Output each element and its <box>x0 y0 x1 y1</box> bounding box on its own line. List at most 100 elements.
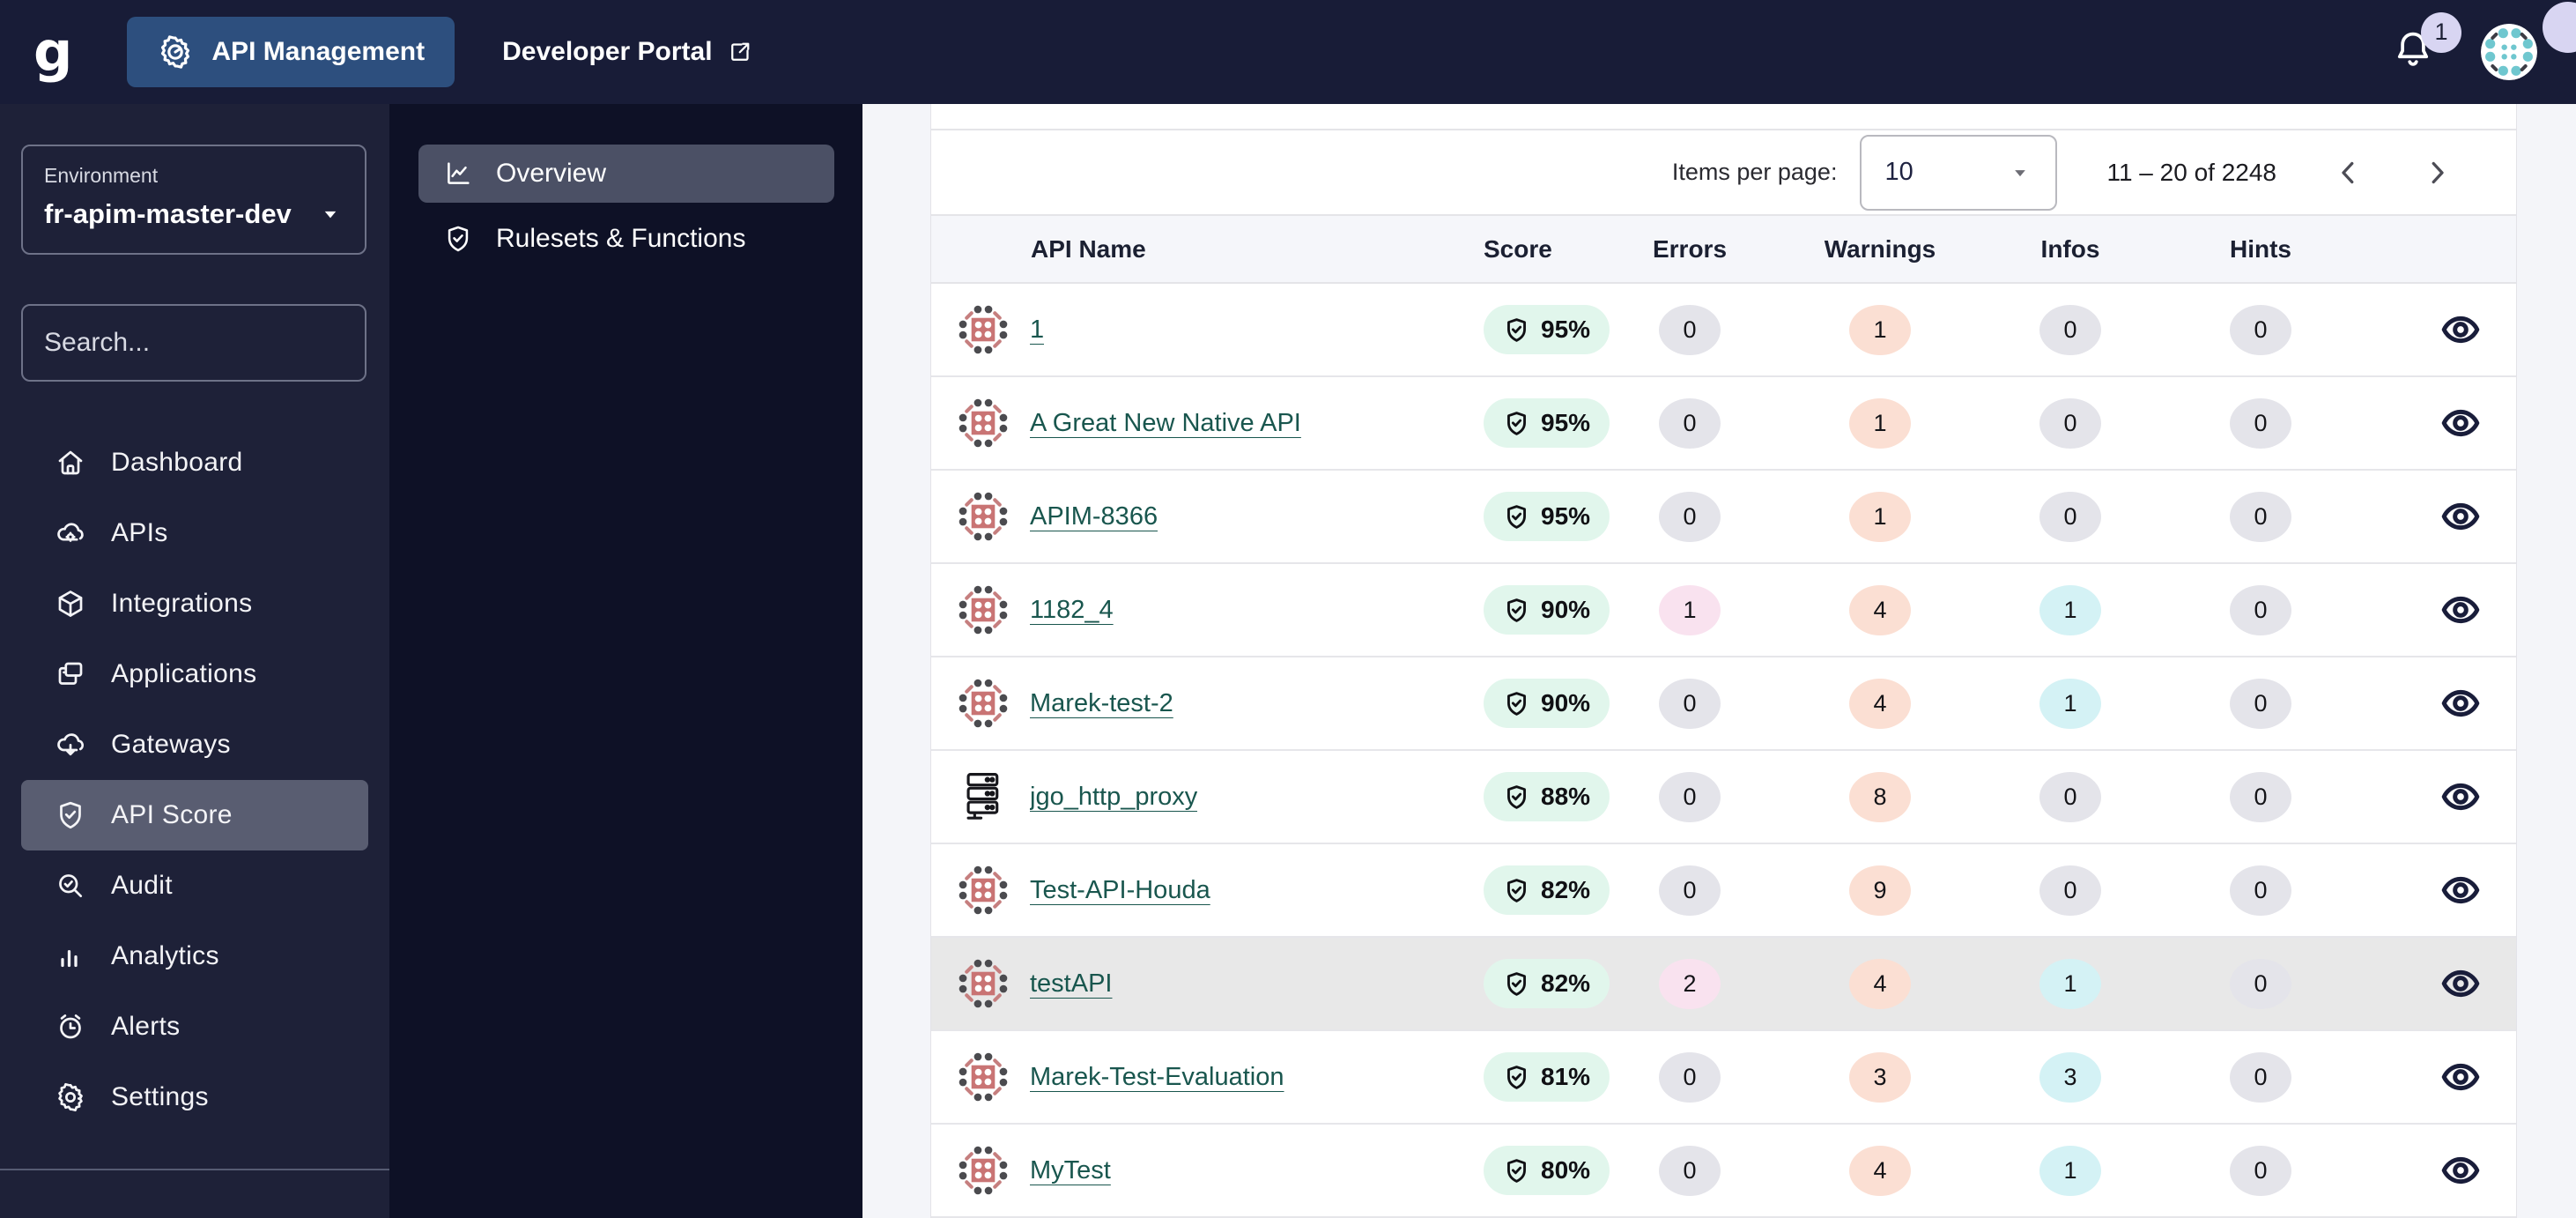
score-shield-icon <box>1503 784 1530 811</box>
search-input[interactable] <box>42 327 386 359</box>
infos-chip: 0 <box>2039 398 2101 449</box>
table-row: APIM-836695%0100 <box>931 471 2516 564</box>
eye-icon <box>2440 963 2481 1004</box>
warnings-chip: 1 <box>1849 492 1911 542</box>
api-name-link[interactable]: MyTest <box>1030 1156 1111 1185</box>
score-cell: 90% <box>1484 585 1595 635</box>
errors-chip: 0 <box>1659 398 1721 449</box>
developer-portal-label: Developer Portal <box>502 37 712 67</box>
environment-label: Environment <box>44 164 344 188</box>
warnings-chip: 1 <box>1849 398 1911 449</box>
view-details-button[interactable] <box>2440 1057 2481 1097</box>
column-header-score: Score <box>1484 235 1595 264</box>
hints-chip: 0 <box>2230 1146 2291 1196</box>
subnav-item-label: Rulesets & Functions <box>496 224 745 254</box>
hints-chip: 0 <box>2230 305 2291 355</box>
view-details-button[interactable] <box>2440 963 2481 1004</box>
sidebar-item-applications[interactable]: Applications <box>21 639 368 709</box>
sidebar-item-label: APIs <box>111 518 168 548</box>
sidebar-item-dashboard[interactable]: Dashboard <box>21 427 368 498</box>
topbar-right: 1 <box>2391 24 2537 80</box>
sidebar-item-audit[interactable]: Audit <box>21 850 368 921</box>
notifications-button[interactable]: 1 <box>2391 28 2435 77</box>
hints-chip: 0 <box>2230 679 2291 729</box>
score-badge: 81% <box>1484 1052 1610 1102</box>
api-name-link[interactable]: 1 <box>1030 316 1044 345</box>
errors-chip: 0 <box>1659 492 1721 542</box>
environment-select[interactable]: Environment fr-apim-master-dev <box>21 145 366 255</box>
warnings-chip: 4 <box>1849 959 1911 1009</box>
user-avatar[interactable] <box>2481 24 2537 80</box>
api-score-card: Items per page: 10 11 – 20 of 2248 API N… <box>930 104 2517 1218</box>
proxy-icon <box>958 771 1009 822</box>
line-chart-icon <box>443 159 473 189</box>
score-shield-icon <box>1503 877 1530 904</box>
score-badge: 80% <box>1484 1146 1610 1195</box>
score-value: 80% <box>1541 1156 1590 1185</box>
api-name-link[interactable]: Marek-Test-Evaluation <box>1030 1063 1284 1092</box>
sidebar-item-settings[interactable]: Settings <box>21 1062 368 1133</box>
eye-icon <box>2440 1057 2481 1097</box>
api-identicon-icon <box>958 1051 1009 1103</box>
score-badge: 82% <box>1484 959 1610 1008</box>
sidebar-item-apis[interactable]: APIs <box>21 498 368 568</box>
errors-chip: 0 <box>1659 772 1721 822</box>
score-badge: 95% <box>1484 492 1610 541</box>
api-name-cell: MyTest <box>931 1145 1484 1196</box>
api-identicon-icon <box>958 678 1009 729</box>
next-page-button[interactable] <box>2421 157 2453 189</box>
eye-icon <box>2440 1150 2481 1191</box>
score-shield-icon <box>1503 316 1530 344</box>
bar-chart-icon <box>55 940 86 972</box>
column-header-infos: Infos <box>2041 235 2100 264</box>
hints-chip: 0 <box>2230 865 2291 916</box>
view-details-button[interactable] <box>2440 776 2481 817</box>
infos-chip: 0 <box>2039 492 2101 542</box>
view-details-button[interactable] <box>2440 1150 2481 1191</box>
api-identicon-icon <box>958 397 1009 449</box>
score-value: 88% <box>1541 783 1590 811</box>
sidebar-item-alerts[interactable]: Alerts <box>21 991 368 1062</box>
shell: Environment fr-apim-master-dev Dashboard… <box>0 104 2576 1218</box>
table-body: 195%0100A Great New Native API95%0100API… <box>931 284 2516 1218</box>
gravitee-logo[interactable]: g <box>33 25 70 79</box>
api-management-button[interactable]: API Management <box>127 17 455 87</box>
items-per-page-select[interactable]: 10 <box>1860 135 2057 211</box>
chevron-left-icon <box>2333 157 2365 189</box>
view-details-button[interactable] <box>2440 309 2481 350</box>
view-details-button[interactable] <box>2440 683 2481 724</box>
view-details-button[interactable] <box>2440 496 2481 537</box>
api-name-link[interactable]: 1182_4 <box>1030 596 1114 625</box>
score-value: 82% <box>1541 969 1590 998</box>
view-details-button[interactable] <box>2440 870 2481 910</box>
previous-page-button[interactable] <box>2333 157 2365 189</box>
sidebar-item-integrations[interactable]: Integrations <box>21 568 368 639</box>
api-name-link[interactable]: testAPI <box>1030 969 1113 999</box>
view-details-button[interactable] <box>2440 590 2481 630</box>
sidebar-item-label: Applications <box>111 659 256 689</box>
sidebar-item-label: Audit <box>111 871 173 901</box>
api-name-link[interactable]: APIM-8366 <box>1030 502 1158 531</box>
score-cell: 82% <box>1484 959 1595 1008</box>
sidebar-item-analytics[interactable]: Analytics <box>21 921 368 991</box>
subnav-item-overview[interactable]: Overview <box>418 145 834 203</box>
api-name-link[interactable]: A Great New Native API <box>1030 409 1301 438</box>
api-name-link[interactable]: Marek-test-2 <box>1030 689 1173 718</box>
score-cell: 82% <box>1484 865 1595 915</box>
sidebar-item-label: Dashboard <box>111 448 242 478</box>
eye-icon <box>2440 776 2481 817</box>
table-row: 1182_490%1410 <box>931 564 2516 657</box>
subnav-item-rulesets-functions[interactable]: Rulesets & Functions <box>418 210 834 268</box>
home-icon <box>55 447 86 479</box>
hints-chip: 0 <box>2230 398 2291 449</box>
table-row: testAPI82%2410 <box>931 938 2516 1031</box>
sidebar-item-api-score[interactable]: API Score <box>21 780 368 850</box>
score-cell: 81% <box>1484 1052 1595 1102</box>
warnings-chip: 4 <box>1849 679 1911 729</box>
developer-portal-link[interactable]: Developer Portal <box>502 37 752 67</box>
view-details-button[interactable] <box>2440 403 2481 443</box>
api-name-link[interactable]: jgo_http_proxy <box>1030 783 1197 812</box>
score-badge: 90% <box>1484 679 1610 728</box>
api-name-link[interactable]: Test-API-Houda <box>1030 876 1210 905</box>
sidebar-item-gateways[interactable]: Gateways <box>21 709 368 780</box>
